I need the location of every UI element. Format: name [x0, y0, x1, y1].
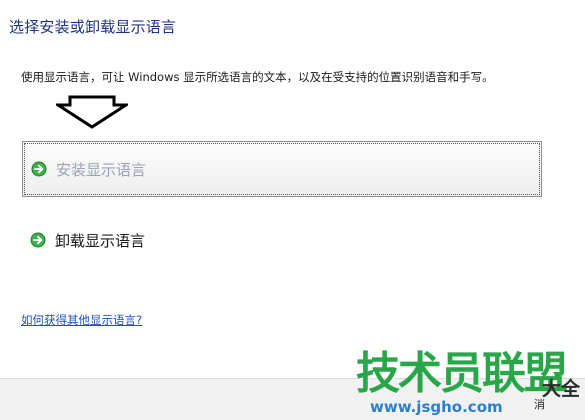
footer-bar	[0, 378, 585, 420]
green-arrow-icon	[30, 232, 46, 248]
description-text: 使用显示语言，可让 Windows 显示所选语言的文本，以及在受支持的位置识别语…	[21, 70, 494, 84]
green-arrow-icon	[31, 161, 47, 177]
language-setup-page: 选择安装或卸载显示语言 使用显示语言，可让 Windows 显示所选语言的文本，…	[0, 0, 585, 420]
option-label: 卸载显示语言	[55, 231, 146, 250]
uninstall-display-language-option[interactable]: 卸载显示语言	[22, 212, 542, 268]
get-other-languages-link[interactable]: 如何获得其他显示语言?	[21, 312, 142, 328]
install-display-language-option[interactable]: 安装显示语言	[22, 141, 542, 197]
option-label: 安装显示语言	[56, 160, 147, 179]
down-arrow-annotation-icon	[56, 95, 128, 129]
page-title: 选择安装或卸载显示语言	[9, 18, 177, 36]
